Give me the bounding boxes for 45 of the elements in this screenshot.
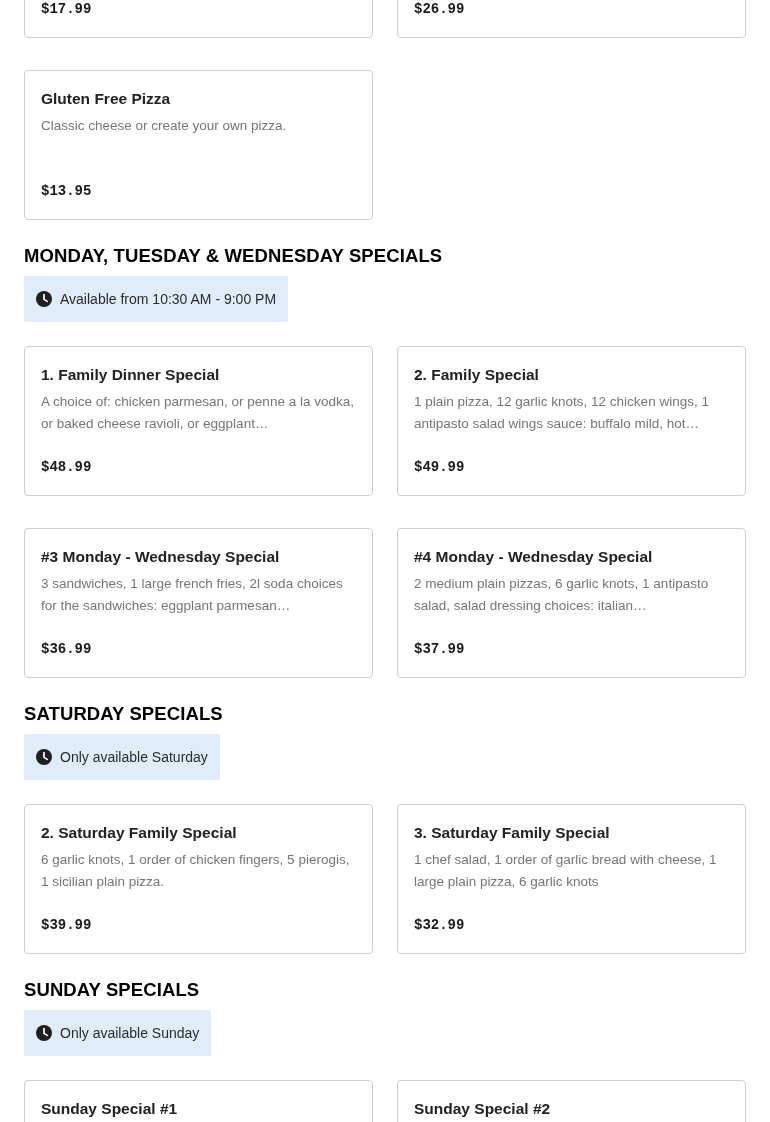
item-price: $49.99 [414, 458, 465, 477]
item-price: $48.99 [41, 458, 92, 477]
item-title: Sunday Special #2 [414, 1099, 551, 1119]
menu-item-card[interactable]: 1. Family Dinner Special A choice of: chicken parmesan, or penne a la vodka, or baked cheese ravioli, or eggplant… $48.99 [24, 346, 373, 496]
item-title: 1. Family Dinner Special [41, 365, 220, 385]
item-title: #3 Monday - Wednesday Special [41, 547, 280, 567]
item-price: $39.99 [41, 916, 92, 935]
item-description: Classic cheese or create your own pizza. [41, 117, 287, 135]
item-title: 2. Saturday Family Special [41, 823, 237, 843]
menu-item-card[interactable]: $17.99 [24, 0, 373, 38]
section-heading: SATURDAY SPECIALS [24, 702, 223, 726]
item-title: #4 Monday - Wednesday Special [414, 547, 653, 567]
item-price: $17.99 [41, 0, 92, 19]
item-title: 2. Family Special [414, 365, 539, 385]
menu-item-card[interactable]: 2. Saturday Family Special 6 garlic knots, 1 order of chicken fingers, 5 pierogis, 1 sicilian plain pizza. $39.99 [24, 804, 373, 954]
item-title: Gluten Free Pizza [41, 89, 171, 109]
item-description: 1 chef salad, 1 order of garlic bread with cheese, 1 large plain pizza, 6 garlic knots [414, 851, 718, 891]
menu-item-card[interactable]: 2. Family Special 1 plain pizza, 12 garlic knots, 12 chicken wings, 1 antipasto salad wings sauce: buffalo mild, hot… $49.99 [397, 346, 746, 496]
clock-icon [36, 1025, 52, 1041]
menu-item-card[interactable]: Gluten Free Pizza Classic cheese or create your own pizza. $13.95 [24, 70, 373, 220]
item-price: $36.99 [41, 640, 92, 659]
item-description: 3 sandwiches, 1 large french fries, 2l soda choices for the sandwiches: eggplant parmesan… [41, 575, 344, 615]
menu-item-card[interactable]: $26.99 [397, 0, 746, 38]
availability-text: Only available Saturday [60, 749, 208, 765]
item-title: Sunday Special #1 [41, 1099, 178, 1119]
section-heading: MONDAY, TUESDAY & WEDNESDAY SPECIALS [24, 244, 443, 268]
menu-item-card[interactable]: #3 Monday - Wednesday Special 3 sandwiches, 1 large french fries, 2l soda choices for the sandwiches: eggplant parmesan… $36.99 [24, 528, 373, 678]
item-title: 3. Saturday Family Special [414, 823, 610, 843]
availability-text: Available from 10:30 AM - 9:00 PM [60, 291, 277, 307]
item-price: $37.99 [414, 640, 465, 659]
item-description: 1 plain pizza, 12 garlic knots, 12 chicken wings, 1 antipasto salad wings sauce: buffalo mild, hot… [414, 393, 710, 433]
item-price: $26.99 [414, 0, 465, 19]
menu-item-card[interactable]: Sunday Special #1 [24, 1080, 373, 1122]
item-description: 6 garlic knots, 1 order of chicken fingers, 5 pierogis, 1 sicilian plain pizza. [41, 851, 351, 891]
menu-item-card[interactable]: Sunday Special #2 [397, 1080, 746, 1122]
item-price: $13.95 [41, 182, 92, 201]
availability-text: Only available Sunday [60, 1025, 200, 1041]
clock-icon [36, 291, 52, 307]
section-heading: SUNDAY SPECIALS [24, 978, 200, 1002]
menu-item-card[interactable]: 3. Saturday Family Special 1 chef salad, 1 order of garlic bread with cheese, 1 large plain pizza, 6 garlic knots $32.99 [397, 804, 746, 954]
menu-item-card[interactable]: #4 Monday - Wednesday Special 2 medium plain pizzas, 6 garlic knots, 1 antipasto salad, salad dressing choices: italian… $37.99 [397, 528, 746, 678]
item-price: $32.99 [414, 916, 465, 935]
clock-icon [36, 749, 52, 765]
item-description: A choice of: chicken parmesan, or penne a la vodka, or baked cheese ravioli, or eggplant… [41, 393, 355, 433]
item-description: 2 medium plain pizzas, 6 garlic knots, 1 antipasto salad, salad dressing choices: italian… [414, 575, 710, 615]
